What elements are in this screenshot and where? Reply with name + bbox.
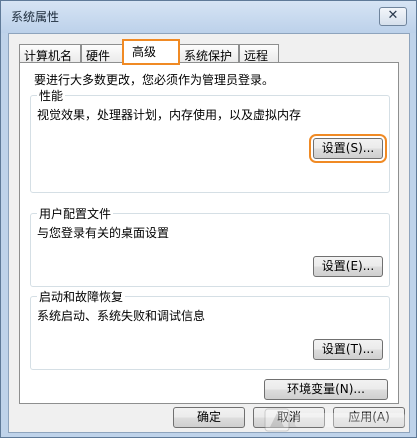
title-bar[interactable]: 系统属性 ✕	[1, 1, 416, 33]
user-profiles-group: 用户配置文件 与您登录有关的桌面设置 设置(E)...	[30, 205, 390, 287]
close-button[interactable]: ✕	[379, 7, 407, 26]
environment-variables-button[interactable]: 环境变量(N)...	[264, 379, 388, 400]
performance-settings-button[interactable]: 设置(S)...	[309, 134, 387, 163]
tab-hardware[interactable]: 硬件	[81, 44, 123, 63]
dialog-client-area: 计算机名 硬件 高级 系统保护 远程 要进行大多数更改，您必须作为管理员登录。 …	[8, 33, 410, 433]
performance-desc: 视觉效果，处理器计划，内存使用，以及虚拟内存	[37, 108, 302, 122]
startup-recovery-group: 启动和故障恢复 系统启动、系统失败和调试信息 设置(T)...	[30, 288, 390, 370]
tab-remote[interactable]: 远程	[239, 44, 279, 63]
ok-button[interactable]: 确定	[173, 407, 245, 428]
user-profiles-settings-button[interactable]: 设置(E)...	[313, 256, 383, 277]
tab-system-protection[interactable]: 系统保护	[179, 44, 239, 63]
window-title: 系统属性	[11, 10, 60, 24]
system-properties-window: 系统属性 ✕ 计算机名 硬件 高级 系统保护 远程 要进行大多数更改，您必须作为…	[0, 0, 417, 438]
admin-notice: 要进行大多数更改，您必须作为管理员登录。	[34, 73, 275, 87]
startup-recovery-settings-button[interactable]: 设置(T)...	[313, 339, 383, 360]
performance-group-title: 性能	[37, 87, 66, 104]
tab-computer-name[interactable]: 计算机名	[19, 44, 81, 63]
performance-group: 性能 视觉效果，处理器计划，内存使用，以及虚拟内存 设置(S)...	[30, 87, 390, 193]
watermark-logo-icon	[264, 408, 405, 432]
advanced-tab-panel: 要进行大多数更改，您必须作为管理员登录。 性能 视觉效果，处理器计划，内存使用，…	[19, 62, 399, 404]
tab-advanced[interactable]: 高级	[122, 39, 180, 65]
user-profiles-desc: 与您登录有关的桌面设置	[37, 226, 170, 240]
close-icon: ✕	[387, 8, 399, 23]
startup-recovery-group-title: 启动和故障恢复	[37, 288, 126, 305]
user-profiles-group-title: 用户配置文件	[37, 205, 114, 222]
startup-recovery-desc: 系统启动、系统失败和调试信息	[37, 309, 206, 323]
